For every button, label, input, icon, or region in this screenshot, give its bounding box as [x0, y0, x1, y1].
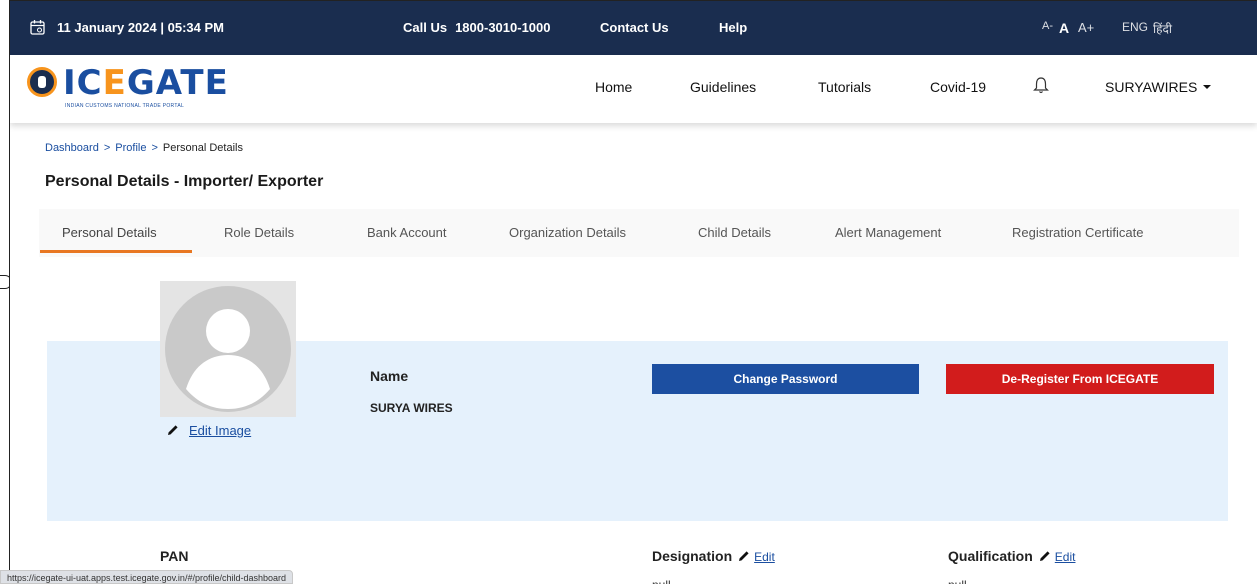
logo-wordmark: ICEGATE [63, 63, 229, 103]
user-menu[interactable]: SURYAWIRES [1105, 79, 1212, 95]
tab-child-details[interactable]: Child Details [698, 225, 771, 240]
pencil-icon [168, 425, 178, 435]
breadcrumb: Dashboard > Profile > Personal Details [45, 142, 243, 154]
language-english-button[interactable]: ENG [1122, 20, 1148, 34]
designation-field: Designation Edit [652, 548, 775, 564]
name-value: SURYA WIRES [370, 401, 453, 415]
main-header: ICEGATE INDIAN CUSTOMS NATIONAL TRADE PO… [10, 55, 1257, 123]
active-tab-indicator [40, 250, 192, 253]
edit-image-link[interactable]: Edit Image [167, 423, 251, 438]
qualification-label: Qualification [948, 548, 1033, 564]
chevron-down-icon [1203, 85, 1212, 89]
tab-organization-details[interactable]: Organization Details [509, 225, 626, 240]
designation-label: Designation [652, 548, 733, 564]
status-bar-url: https://icegate-ui-uat.apps.test.icegate… [0, 570, 293, 584]
breadcrumb-dashboard[interactable]: Dashboard [45, 142, 99, 154]
tab-personal-details[interactable]: Personal Details [62, 225, 157, 240]
pan-label: PAN [160, 548, 189, 564]
bell-icon[interactable] [1033, 76, 1049, 94]
user-name: SURYAWIRES [1105, 79, 1198, 95]
call-us[interactable]: Call Us 1800-3010-1000 [403, 20, 551, 35]
pencil-icon [739, 551, 749, 561]
breadcrumb-current: Personal Details [162, 142, 243, 154]
avatar [160, 281, 296, 417]
change-password-button[interactable]: Change Password [652, 364, 919, 394]
icegate-logo[interactable]: ICEGATE INDIAN CUSTOMS NATIONAL TRADE PO… [25, 63, 228, 113]
designation-edit-link[interactable]: Edit [754, 550, 775, 564]
contact-us-link[interactable]: Contact Us [600, 20, 669, 35]
nav-covid-19[interactable]: Covid-19 [930, 79, 986, 95]
datetime-text: 11 January 2024 | 05:34 PM [57, 20, 224, 35]
qualification-edit-link[interactable]: Edit [1055, 550, 1076, 564]
font-size-increase-button[interactable]: A+ [1078, 20, 1094, 35]
call-us-number: 1800-3010-1000 [455, 20, 551, 35]
name-label: Name [370, 368, 409, 384]
top-bar: 11 January 2024 | 05:34 PM Call Us 1800-3… [10, 1, 1257, 55]
qualification-value: null [948, 578, 967, 584]
app-frame: 11 January 2024 | 05:34 PM Call Us 1800-3… [9, 0, 1257, 584]
tab-bank-account[interactable]: Bank Account [367, 225, 447, 240]
pencil-icon [1039, 551, 1050, 561]
help-link[interactable]: Help [719, 20, 747, 35]
nav-tutorials[interactable]: Tutorials [818, 79, 871, 95]
emblem-icon [27, 67, 57, 97]
call-us-label: Call Us [403, 20, 448, 35]
tab-registration-certificate[interactable]: Registration Certificate [1012, 225, 1144, 240]
language-hindi-button[interactable]: हिंदी [1153, 20, 1172, 37]
font-size-decrease-button[interactable]: A- [1042, 20, 1053, 32]
calendar-icon [30, 20, 45, 35]
designation-value: null [652, 578, 671, 584]
breadcrumb-profile[interactable]: Profile [115, 142, 146, 154]
font-size-normal-button[interactable]: A [1059, 20, 1069, 36]
user-avatar-icon [165, 286, 291, 412]
tab-bar: Personal Details Role Details Bank Accou… [39, 209, 1239, 255]
page-title: Personal Details - Importer/ Exporter [45, 173, 324, 190]
deregister-button[interactable]: De-Register From ICEGATE [946, 364, 1214, 394]
nav-guidelines[interactable]: Guidelines [690, 79, 756, 95]
nav-home[interactable]: Home [595, 79, 632, 95]
tab-alert-management[interactable]: Alert Management [835, 225, 941, 240]
qualification-field: Qualification Edit [948, 548, 1075, 564]
logo-subtitle: INDIAN CUSTOMS NATIONAL TRADE PORTAL [65, 103, 185, 109]
tab-role-details[interactable]: Role Details [224, 225, 294, 240]
